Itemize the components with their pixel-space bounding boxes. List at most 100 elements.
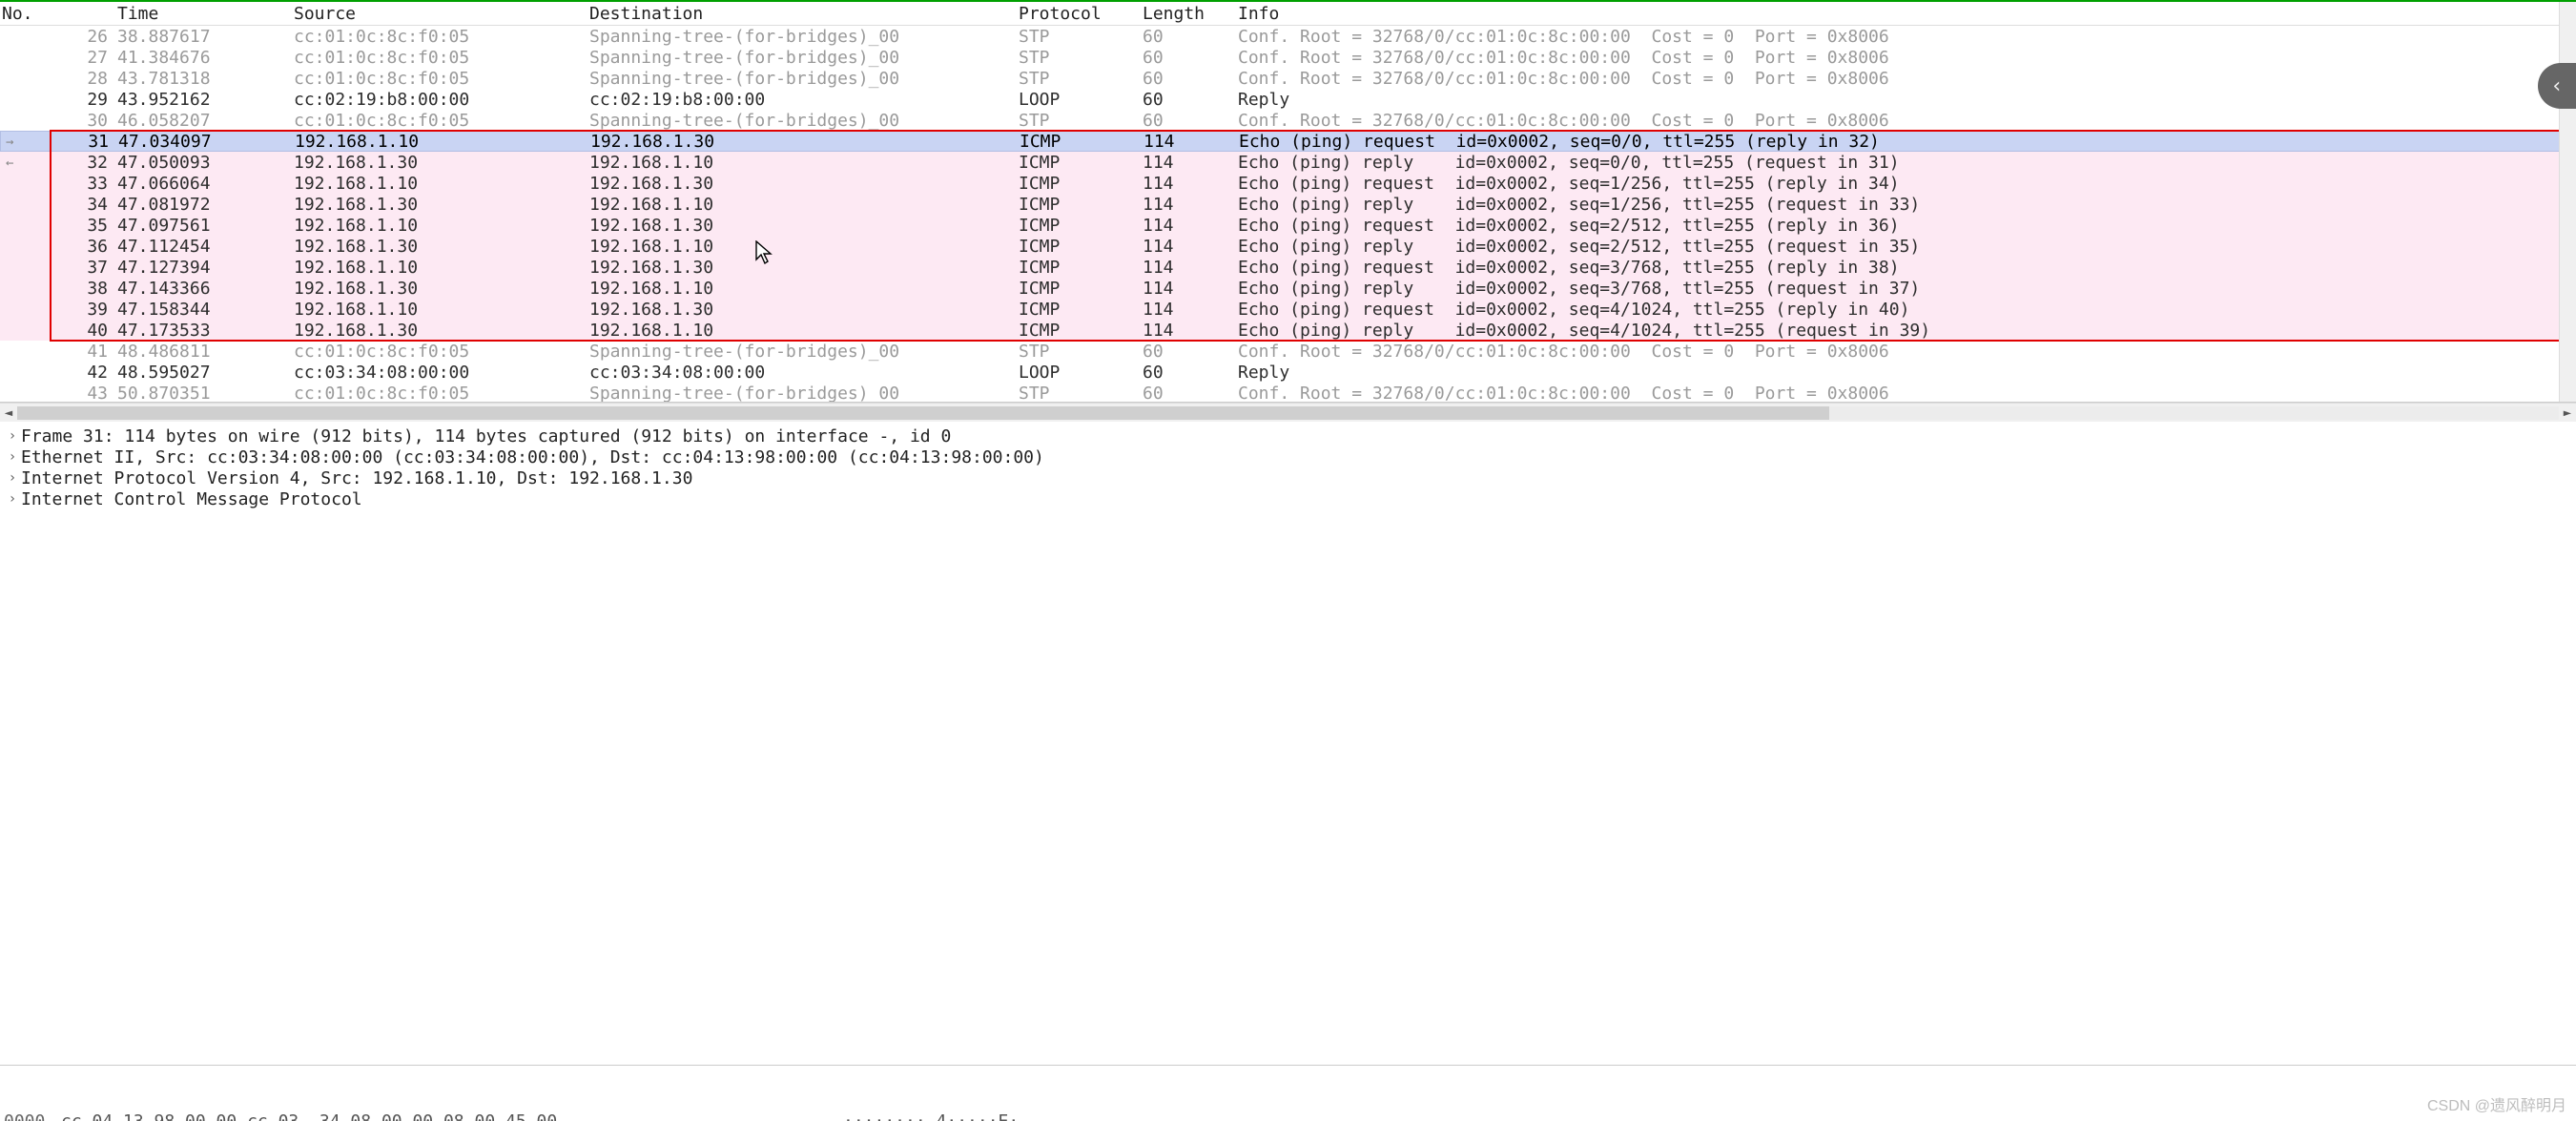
cell-length: 60 (1143, 111, 1238, 131)
packet-list-header[interactable]: No. Time Source Destination Protocol Len… (0, 2, 2576, 26)
packet-row[interactable]: 3347.066064192.168.1.10192.168.1.30ICMP1… (0, 173, 2576, 194)
packet-row[interactable]: 3046.058207cc:01:0c:8c:f0:05Spanning-tre… (0, 110, 2576, 131)
packet-details-pane[interactable]: ›Frame 31: 114 bytes on wire (912 bits),… (0, 422, 2576, 1066)
packet-list-pane: No. Time Source Destination Protocol Len… (0, 2, 2576, 403)
cell-source: 192.168.1.10 (295, 132, 590, 152)
cell-info: Echo (ping) request id=0x0002, seq=4/102… (1238, 300, 2576, 320)
protocol-tree-item[interactable]: ›Frame 31: 114 bytes on wire (912 bits),… (4, 426, 2572, 446)
packet-row[interactable]: 4350.870351cc:01:0c:8c:f0:05Spanning-tre… (0, 383, 2576, 403)
cell-length: 114 (1143, 321, 1238, 341)
horizontal-scrollbar[interactable]: ◄ ► (0, 403, 2576, 422)
packet-row[interactable]: 3847.143366192.168.1.30192.168.1.10ICMP1… (0, 278, 2576, 299)
cell-source: cc:01:0c:8c:f0:05 (294, 384, 589, 404)
packet-row[interactable]: 3747.127394192.168.1.10192.168.1.30ICMP1… (0, 257, 2576, 278)
packet-row[interactable]: 4248.595027cc:03:34:08:00:00cc:03:34:08:… (0, 362, 2576, 383)
hex-line[interactable]: 0000cc 04 13 98 00 00 cc 03 34 08 00 00 … (4, 1111, 2572, 1121)
cell-time: 43.952162 (117, 90, 294, 110)
cell-source: 192.168.1.30 (294, 321, 589, 341)
cell-source: cc:01:0c:8c:f0:05 (294, 48, 589, 68)
cell-time: 43.781318 (117, 69, 294, 89)
packet-row[interactable]: 2843.781318cc:01:0c:8c:f0:05Spanning-tre… (0, 68, 2576, 89)
cell-length: 114 (1143, 300, 1238, 320)
cell-destination: 192.168.1.10 (589, 153, 1019, 173)
cell-destination: 192.168.1.10 (589, 321, 1019, 341)
col-header-info[interactable]: Info (1238, 4, 2576, 24)
cell-no: 35 (52, 216, 117, 236)
cell-protocol: ICMP (1019, 174, 1143, 194)
cell-length: 60 (1143, 69, 1238, 89)
expand-icon[interactable]: › (4, 470, 21, 486)
packet-row[interactable]: 2943.952162cc:02:19:b8:00:00cc:02:19:b8:… (0, 89, 2576, 110)
cell-info: Conf. Root = 32768/0/cc:01:0c:8c:00:00 C… (1238, 111, 2576, 131)
col-header-length[interactable]: Length (1143, 4, 1238, 24)
cell-destination: 192.168.1.10 (589, 195, 1019, 215)
cell-protocol: STP (1019, 384, 1143, 404)
protocol-tree-item[interactable]: ›Internet Control Message Protocol (4, 488, 2572, 509)
col-header-destination[interactable]: Destination (589, 4, 1019, 24)
cell-no: 38 (52, 279, 117, 299)
cell-destination: 192.168.1.30 (589, 300, 1019, 320)
cell-length: 60 (1143, 363, 1238, 383)
scroll-thumb[interactable] (17, 406, 1829, 420)
col-header-time[interactable]: Time (117, 4, 294, 24)
cell-info: Echo (ping) request id=0x0002, seq=1/256… (1238, 174, 2576, 194)
packet-row[interactable]: 3647.112454192.168.1.30192.168.1.10ICMP1… (0, 236, 2576, 257)
packet-row[interactable]: 3947.158344192.168.1.10192.168.1.30ICMP1… (0, 299, 2576, 320)
packet-row[interactable]: 3147.034097192.168.1.10192.168.1.30ICMP1… (0, 131, 2576, 152)
cell-time: 47.127394 (117, 258, 294, 278)
packet-row[interactable]: 4047.173533192.168.1.30192.168.1.10ICMP1… (0, 320, 2576, 341)
cell-length: 60 (1143, 342, 1238, 362)
col-header-no[interactable]: No. (0, 4, 117, 24)
cell-destination: Spanning-tree-(for-bridges)_00 (589, 111, 1019, 131)
cell-destination: 192.168.1.10 (589, 279, 1019, 299)
hex-offset: 0000 (4, 1111, 61, 1121)
cell-length: 114 (1143, 258, 1238, 278)
scroll-left-icon[interactable]: ◄ (0, 405, 17, 422)
scroll-track[interactable] (17, 406, 2559, 420)
packet-row[interactable]: 4148.486811cc:01:0c:8c:f0:05Spanning-tre… (0, 341, 2576, 362)
cell-protocol: LOOP (1019, 363, 1143, 383)
cell-time: 47.143366 (117, 279, 294, 299)
expand-icon[interactable]: › (4, 491, 21, 507)
cell-info: Conf. Root = 32768/0/cc:01:0c:8c:00:00 C… (1238, 69, 2576, 89)
cell-destination: 192.168.1.10 (589, 237, 1019, 257)
side-drawer-tab[interactable]: ‹ (2538, 63, 2576, 109)
protocol-tree-item[interactable]: ›Ethernet II, Src: cc:03:34:08:00:00 (cc… (4, 446, 2572, 467)
cell-destination: 192.168.1.30 (590, 132, 1020, 152)
cell-protocol: STP (1019, 27, 1143, 47)
scroll-right-icon[interactable]: ► (2559, 405, 2576, 422)
packet-row[interactable]: 3447.081972192.168.1.30192.168.1.10ICMP1… (0, 194, 2576, 215)
related-packet-marker-icon: ← (6, 154, 34, 173)
cell-length: 114 (1144, 132, 1239, 152)
cell-length: 60 (1143, 384, 1238, 404)
col-header-source[interactable]: Source (294, 4, 589, 24)
packet-gutter: → ← (0, 26, 46, 402)
packet-row[interactable]: 2638.887617cc:01:0c:8c:f0:05Spanning-tre… (0, 26, 2576, 47)
packet-row[interactable]: 2741.384676cc:01:0c:8c:f0:05Spanning-tre… (0, 47, 2576, 68)
packet-row[interactable]: 3547.097561192.168.1.10192.168.1.30ICMP1… (0, 215, 2576, 236)
cell-source: cc:01:0c:8c:f0:05 (294, 27, 589, 47)
cell-info: Echo (ping) reply id=0x0002, seq=4/1024,… (1238, 321, 2576, 341)
cell-time: 47.034097 (118, 132, 295, 152)
vertical-scrollbar[interactable] (2559, 2, 2576, 402)
cell-time: 46.058207 (117, 111, 294, 131)
cell-length: 114 (1143, 216, 1238, 236)
cell-info: Echo (ping) reply id=0x0002, seq=1/256, … (1238, 195, 2576, 215)
cell-time: 38.887617 (117, 27, 294, 47)
cell-destination: Spanning-tree-(for-bridges)_00 (589, 69, 1019, 89)
packet-row[interactable]: 3247.050093192.168.1.30192.168.1.10ICMP1… (0, 152, 2576, 173)
expand-icon[interactable]: › (4, 449, 21, 465)
cell-info: Conf. Root = 32768/0/cc:01:0c:8c:00:00 C… (1238, 27, 2576, 47)
cell-time: 47.050093 (117, 153, 294, 173)
col-header-protocol[interactable]: Protocol (1019, 4, 1143, 24)
cell-time: 47.173533 (117, 321, 294, 341)
protocol-tree-item[interactable]: ›Internet Protocol Version 4, Src: 192.1… (4, 467, 2572, 488)
cell-no: 41 (52, 342, 117, 362)
cell-protocol: ICMP (1019, 153, 1143, 173)
chevron-left-icon: ‹ (2550, 74, 2563, 98)
expand-icon[interactable]: › (4, 428, 21, 444)
tree-item-label: Internet Protocol Version 4, Src: 192.16… (21, 468, 692, 488)
packet-bytes-pane[interactable]: 0000cc 04 13 98 00 00 cc 03 34 08 00 00 … (0, 1066, 2576, 1121)
cell-source: cc:02:19:b8:00:00 (294, 90, 589, 110)
cell-source: 192.168.1.30 (294, 195, 589, 215)
